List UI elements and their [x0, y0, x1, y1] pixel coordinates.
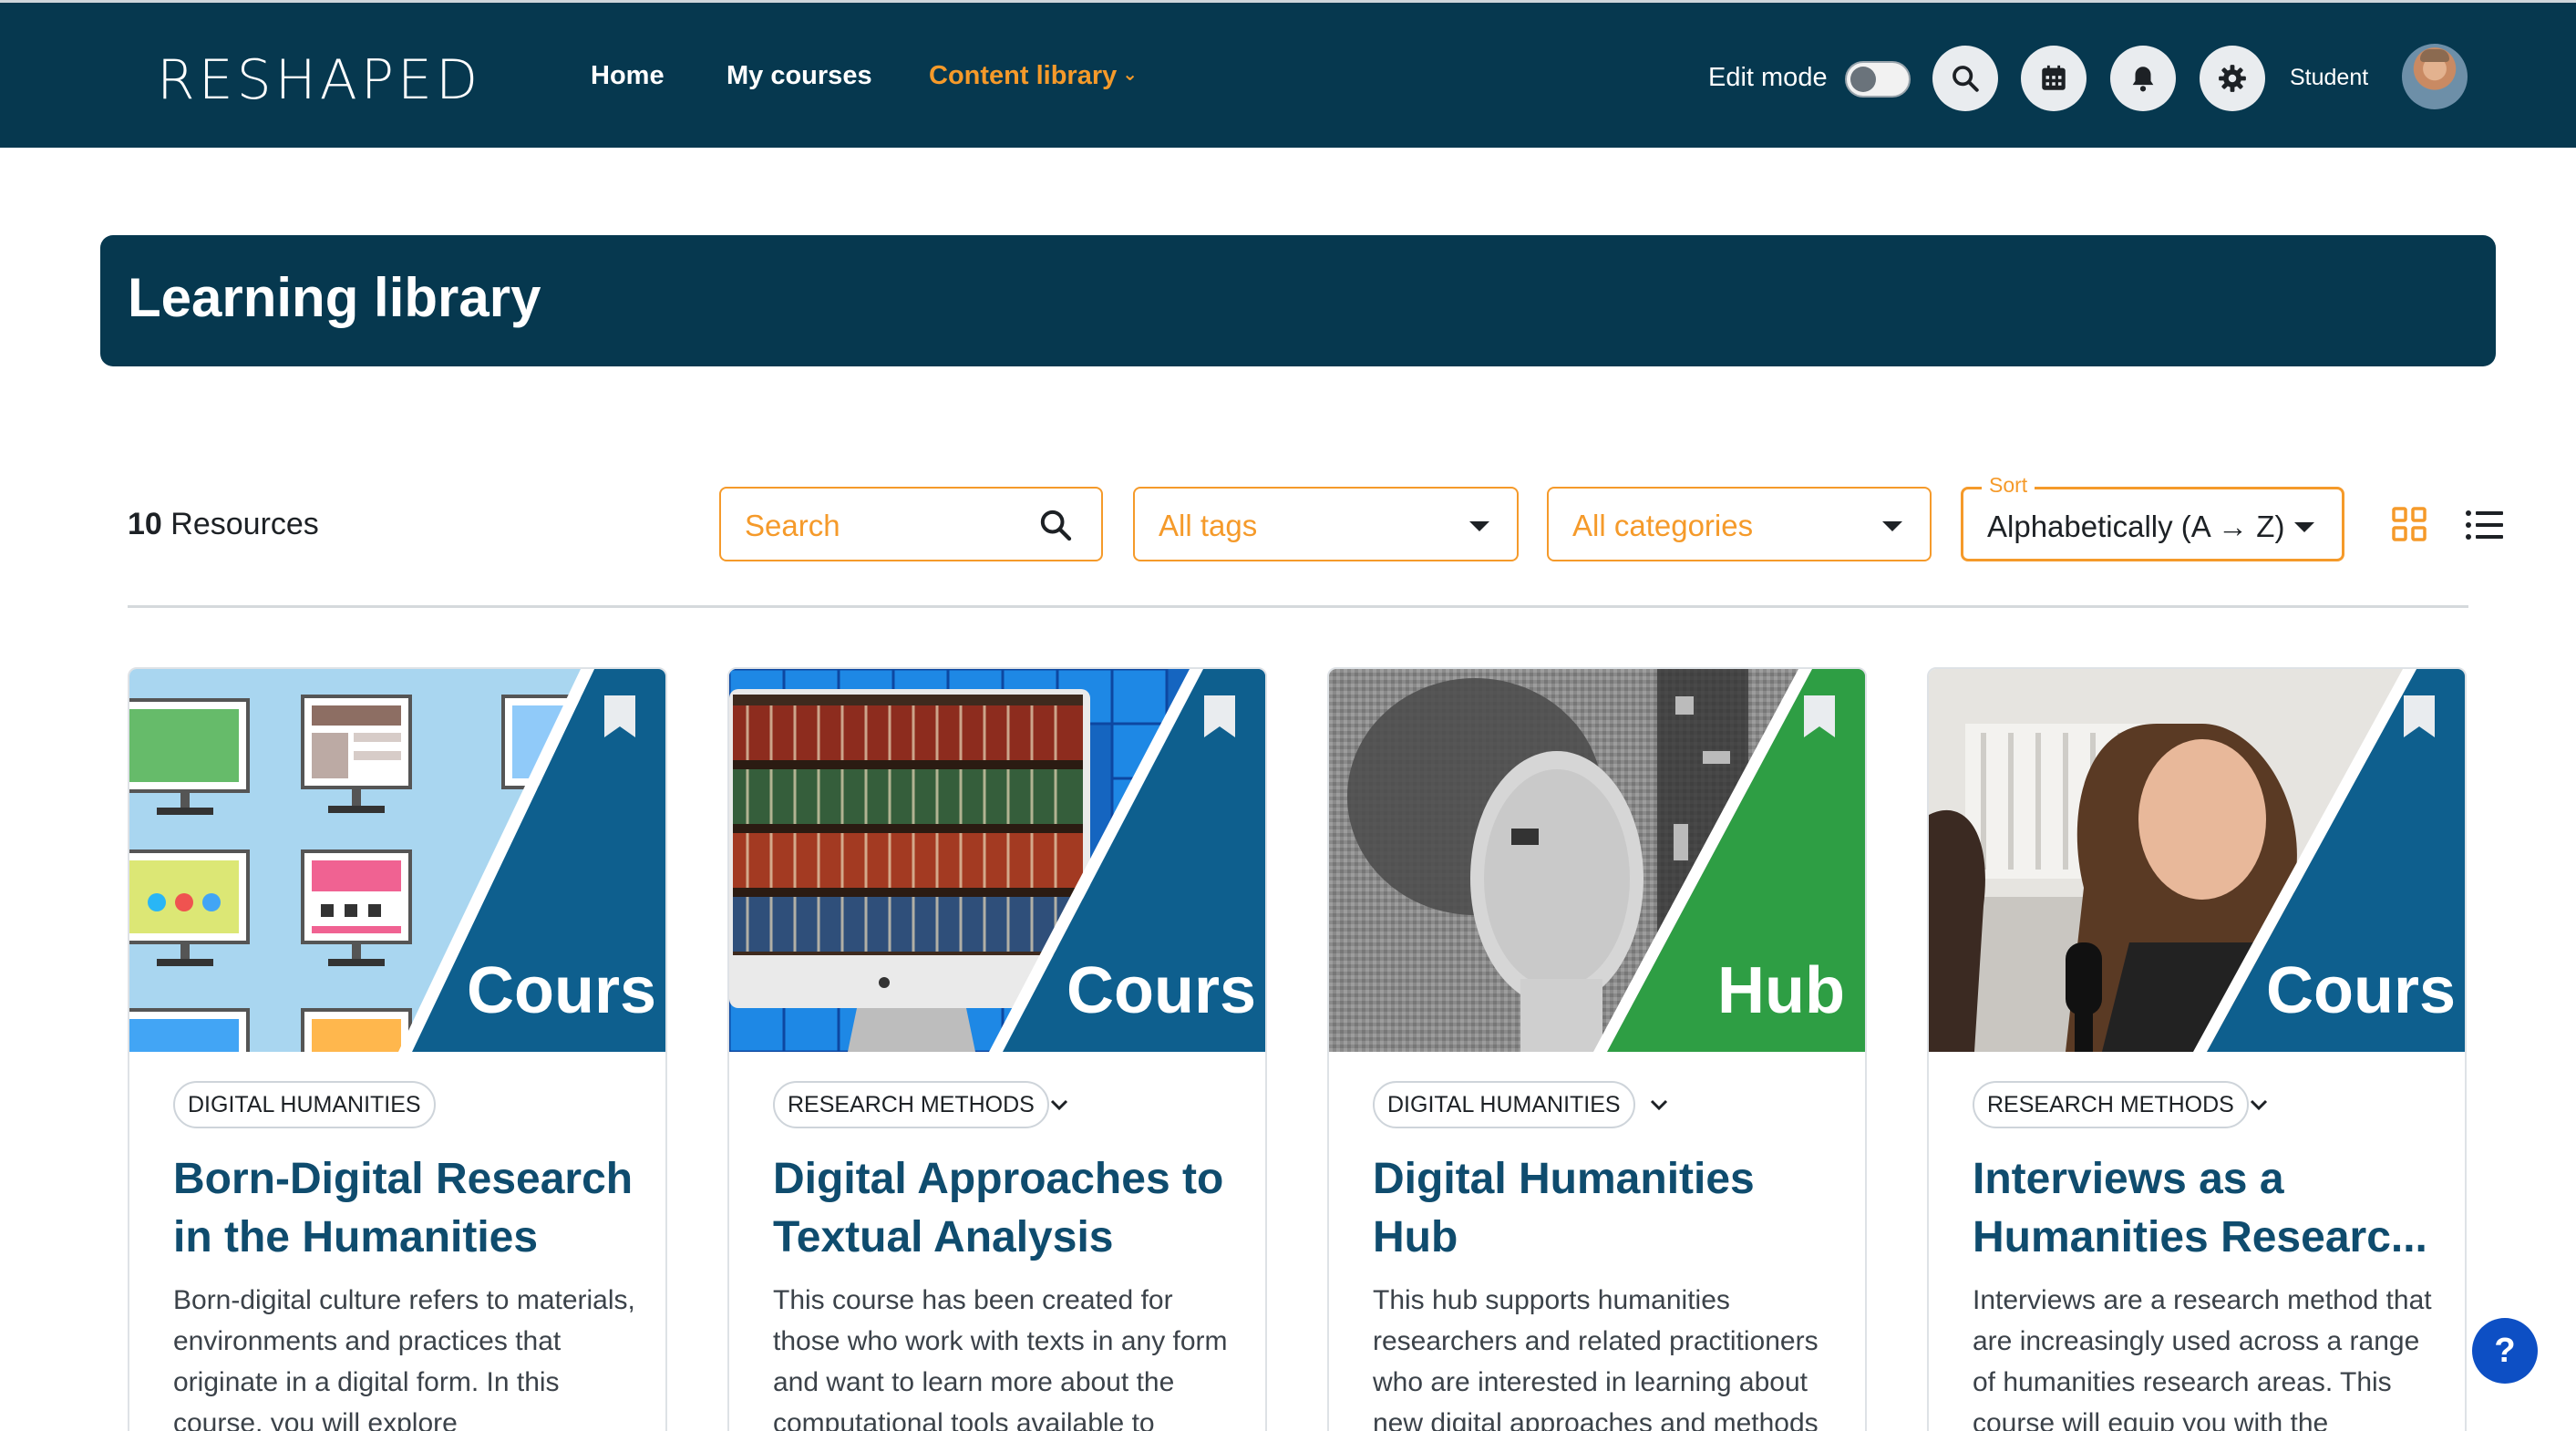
top-navbar: RESHAPED Home My courses Content library… — [0, 0, 2576, 148]
card-description: This course has been created for those w… — [773, 1285, 1228, 1431]
search-button[interactable] — [1932, 46, 1998, 111]
card-description: Interviews are a research method that ar… — [1973, 1285, 2432, 1431]
chevron-down-icon[interactable] — [2246, 1094, 2272, 1116]
bookmark-icon[interactable] — [602, 693, 638, 740]
grid-view-icon[interactable] — [2392, 507, 2427, 541]
categories-select-value: All categories — [1572, 509, 1754, 542]
list-view-icon[interactable] — [2465, 509, 2503, 541]
edit-mode-label: Edit mode — [1708, 63, 1828, 92]
toolbar-divider — [128, 605, 2468, 608]
caret-down-icon — [1882, 521, 1902, 531]
user-avatar[interactable] — [2402, 44, 2468, 109]
bell-icon — [2132, 67, 2154, 92]
bookmark-icon[interactable] — [1801, 693, 1838, 740]
resource-count-suffix: Resources — [170, 507, 319, 541]
search-input[interactable]: Search — [719, 487, 1103, 561]
card-type-label: Cours — [467, 954, 657, 1027]
edit-mode-toggle[interactable] — [1845, 61, 1911, 98]
caret-down-icon — [2294, 522, 2314, 532]
chevron-down-icon: ⌄ — [1122, 65, 1139, 85]
chevron-down-icon[interactable] — [1046, 1094, 1072, 1116]
card-tag[interactable]: DIGITAL HUMANITIES — [1373, 1081, 1635, 1128]
page-header-banner: Learning library — [100, 235, 2496, 366]
nav-my-courses-link[interactable]: My courses — [726, 61, 872, 91]
card-title[interactable]: Born-Digital Research in the Humanities — [173, 1150, 638, 1267]
resource-count-number: 10 — [128, 507, 162, 541]
toggle-knob — [1850, 67, 1876, 92]
gear-icon — [2219, 65, 2246, 92]
bookmark-icon[interactable] — [2401, 693, 2437, 740]
calendar-icon — [2042, 65, 2066, 90]
card-tag[interactable]: RESEARCH METHODS — [773, 1081, 1049, 1128]
chevron-down-icon[interactable] — [1646, 1094, 1672, 1116]
sort-legend: Sort — [1982, 473, 2035, 498]
card-description: Born-digital culture refers to materials… — [173, 1285, 635, 1431]
user-role-label: Student — [2290, 65, 2369, 90]
calendar-button[interactable] — [2021, 46, 2087, 111]
bookmark-icon[interactable] — [1201, 693, 1238, 740]
resource-count: 10 Resources — [128, 507, 319, 542]
tags-select[interactable]: All tags — [1133, 487, 1519, 561]
tags-select-value: All tags — [1159, 509, 1258, 542]
nav-content-library-label: Content library — [929, 61, 1118, 90]
categories-select[interactable]: All categories — [1547, 487, 1932, 561]
card-thumbnail: Cours — [1929, 669, 2465, 1052]
sort-select-value: Alphabetically (A → Z) — [1987, 510, 2285, 543]
search-icon — [1953, 66, 1979, 92]
page-title: Learning library — [128, 267, 541, 328]
site-logo[interactable]: RESHAPED — [157, 48, 481, 112]
card-tag[interactable]: RESEARCH METHODS — [1973, 1081, 2249, 1128]
search-placeholder: Search — [745, 509, 840, 542]
card-type-label: Cours — [2266, 954, 2457, 1027]
resource-card[interactable]: Cours RESEARCH METHODS Digital Approache… — [727, 667, 1267, 1431]
card-title[interactable]: Interviews as a Humanities Researc... — [1973, 1150, 2437, 1267]
settings-button[interactable] — [2200, 46, 2265, 111]
notifications-button[interactable] — [2110, 46, 2176, 111]
card-title[interactable]: Digital Approaches to Textual Analysis — [773, 1150, 1238, 1267]
search-icon — [1040, 510, 1072, 541]
caret-down-icon — [1469, 521, 1489, 531]
card-thumbnail: Cours — [729, 669, 1265, 1052]
card-thumbnail: Hub — [1329, 669, 1865, 1052]
resource-card[interactable]: Hub DIGITAL HUMANITIES Digital Humanitie… — [1327, 667, 1867, 1431]
nav-home-link[interactable]: Home — [591, 61, 665, 91]
resource-card[interactable]: Cours DIGITAL HUMANITIES Born-Digital Re… — [128, 667, 667, 1431]
sort-select[interactable]: Sort Alphabetically (A → Z) — [1961, 473, 2344, 561]
card-description: This hub supports humanities researchers… — [1373, 1285, 1819, 1431]
resource-card[interactable]: Cours RESEARCH METHODS Interviews as a H… — [1927, 667, 2467, 1431]
card-title[interactable]: Digital Humanities Hub — [1373, 1150, 1838, 1267]
card-type-label: Cours — [1066, 954, 1257, 1027]
help-button[interactable]: ? — [2472, 1318, 2538, 1384]
nav-content-library-menu[interactable]: Content library ⌄ — [929, 61, 1138, 91]
card-thumbnail: Cours — [129, 669, 665, 1052]
card-type-label: Hub — [1717, 954, 1845, 1027]
card-tag[interactable]: DIGITAL HUMANITIES — [173, 1081, 436, 1128]
